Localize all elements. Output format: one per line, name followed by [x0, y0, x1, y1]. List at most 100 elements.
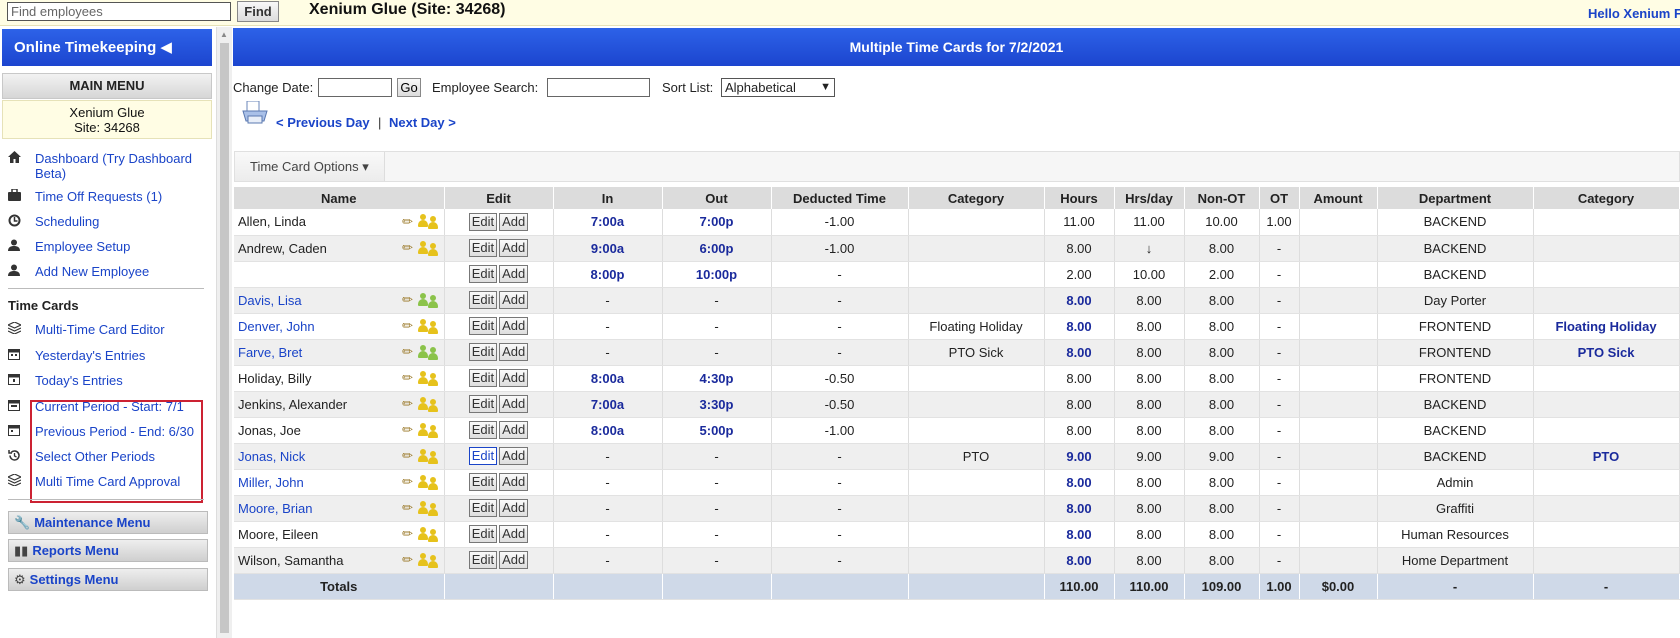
pencil-icon[interactable]: ✏	[400, 240, 416, 256]
people-icon[interactable]	[417, 422, 440, 438]
edit-button[interactable]: Edit	[468, 499, 498, 517]
add-button[interactable]: Add	[499, 265, 529, 283]
employee-search-input[interactable]	[547, 78, 650, 97]
employee-name-cell[interactable]: Farve, Bret ✏	[234, 339, 445, 366]
sort-list-select[interactable]: Alphabetical ▼	[721, 78, 835, 97]
time-out[interactable]: 10:00p	[662, 261, 772, 288]
add-button[interactable]: Add	[499, 239, 529, 257]
previous-day-link[interactable]: < Previous Day	[276, 115, 370, 130]
edit-button[interactable]: Edit	[468, 343, 498, 361]
people-icon[interactable]	[417, 500, 440, 516]
pencil-icon[interactable]: ✏	[400, 292, 416, 308]
add-button[interactable]: Add	[499, 291, 529, 309]
pencil-icon[interactable]: ✏	[400, 214, 416, 230]
people-icon[interactable]	[417, 396, 440, 412]
edit-button[interactable]: Edit	[468, 291, 498, 309]
edit-button[interactable]: Edit	[468, 239, 498, 257]
scrollbar-thumb[interactable]	[220, 43, 229, 633]
time-in[interactable]: 8:00a	[553, 417, 663, 444]
time-in[interactable]: 9:00a	[553, 235, 663, 262]
next-day-link[interactable]: Next Day >	[389, 115, 456, 130]
time-in[interactable]: 8:00a	[553, 365, 663, 392]
add-button[interactable]: Add	[499, 212, 529, 231]
sidebar-header[interactable]: Online Timekeeping ◀	[2, 29, 212, 66]
time-out[interactable]: 4:30p	[662, 365, 772, 392]
pencil-icon[interactable]: ✏	[400, 396, 416, 412]
employee-name-cell[interactable]: Moore, Brian ✏	[234, 495, 445, 522]
employee-name-cell[interactable]: Davis, Lisa ✏	[234, 287, 445, 314]
add-button[interactable]: Add	[499, 421, 529, 439]
people-icon[interactable]	[417, 318, 440, 334]
time-in[interactable]: 7:00a	[553, 209, 663, 236]
people-icon[interactable]	[417, 292, 440, 308]
add-button[interactable]: Add	[499, 499, 529, 517]
nav-multi-time-card-editor[interactable]: Multi-Time Card Editor	[6, 321, 208, 337]
pencil-icon[interactable]: ✏	[400, 344, 416, 360]
time-out[interactable]: 3:30p	[662, 391, 772, 418]
employee-name-cell[interactable]: Jonas, Nick ✏	[234, 443, 445, 470]
edit-button[interactable]: Edit	[468, 421, 498, 439]
printer-icon[interactable]	[241, 101, 269, 125]
col-name[interactable]: Name	[234, 187, 445, 209]
people-icon[interactable]	[417, 474, 440, 490]
find-button[interactable]: Find	[237, 1, 279, 22]
find-employees-input[interactable]	[7, 2, 231, 21]
add-button[interactable]: Add	[499, 447, 529, 465]
time-in[interactable]: 7:00a	[553, 391, 663, 418]
maintenance-menu[interactable]: 🔧 Maintenance Menu	[8, 511, 208, 534]
nav-todays-entries[interactable]: Today's Entries	[8, 373, 208, 388]
edit-button[interactable]: Edit	[468, 473, 498, 491]
people-icon[interactable]	[417, 240, 440, 256]
add-button[interactable]: Add	[499, 343, 529, 361]
scroll-up-arrow-icon[interactable]: ▲	[220, 30, 228, 39]
add-button[interactable]: Add	[499, 317, 529, 335]
nav-employee-setup[interactable]: Employee Setup	[8, 239, 208, 254]
time-out[interactable]: 6:00p	[662, 235, 772, 262]
employee-name[interactable]: Davis, Lisa	[238, 293, 302, 308]
time-in[interactable]: 8:00p	[553, 261, 663, 288]
user-greeting[interactable]: Hello Xenium F	[1588, 6, 1680, 21]
reports-menu[interactable]: ▮▮ Reports Menu	[8, 539, 208, 562]
edit-button[interactable]: Edit	[468, 317, 498, 335]
pencil-icon[interactable]: ✏	[400, 370, 416, 386]
employee-name[interactable]: Farve, Bret	[238, 345, 302, 360]
nav-time-off-requests[interactable]: Time Off Requests (1)	[8, 188, 208, 204]
add-button[interactable]: Add	[499, 395, 529, 413]
employee-name-cell[interactable]: Denver, John ✏	[234, 313, 445, 340]
employee-name[interactable]: Miller, John	[238, 475, 304, 490]
add-button[interactable]: Add	[499, 473, 529, 491]
edit-button[interactable]: Edit	[468, 551, 498, 569]
time-card-options-dropdown[interactable]: Time Card Options ▾	[235, 152, 385, 181]
pencil-icon[interactable]: ✏	[400, 318, 416, 334]
pencil-icon[interactable]: ✏	[400, 448, 416, 464]
people-icon[interactable]	[417, 370, 440, 386]
edit-button[interactable]: Edit	[468, 265, 498, 283]
settings-menu[interactable]: ⚙ Settings Menu	[8, 568, 208, 591]
go-button[interactable]: Go	[397, 78, 421, 97]
add-button[interactable]: Add	[499, 551, 529, 569]
nav-dashboard[interactable]: Dashboard (Try Dashboard Beta)	[8, 151, 208, 181]
employee-name[interactable]: Moore, Brian	[238, 501, 312, 516]
people-icon[interactable]	[417, 344, 440, 360]
employee-name[interactable]: Denver, John	[238, 319, 315, 334]
pencil-icon[interactable]: ✏	[400, 422, 416, 438]
edit-button[interactable]: Edit	[468, 525, 498, 543]
sidebar-scrollbar[interactable]: ▲	[216, 27, 232, 638]
people-icon[interactable]	[417, 526, 440, 542]
edit-button[interactable]: Edit	[468, 395, 498, 413]
people-icon[interactable]	[417, 448, 440, 464]
add-button[interactable]: Add	[499, 369, 529, 387]
edit-button[interactable]: Edit	[468, 369, 498, 387]
nav-add-new-employee[interactable]: Add New Employee	[8, 264, 208, 279]
time-out[interactable]: 5:00p	[662, 417, 772, 444]
people-icon[interactable]	[417, 214, 440, 230]
pencil-icon[interactable]: ✏	[400, 552, 416, 568]
employee-name-cell[interactable]: Miller, John ✏	[234, 469, 445, 496]
people-icon[interactable]	[417, 552, 440, 568]
pencil-icon[interactable]: ✏	[400, 474, 416, 490]
pencil-icon[interactable]: ✏	[400, 500, 416, 516]
time-out[interactable]: 7:00p	[662, 209, 772, 236]
edit-button[interactable]: Edit	[468, 447, 498, 465]
change-date-input[interactable]	[318, 78, 392, 97]
edit-button[interactable]: Edit	[468, 212, 498, 231]
